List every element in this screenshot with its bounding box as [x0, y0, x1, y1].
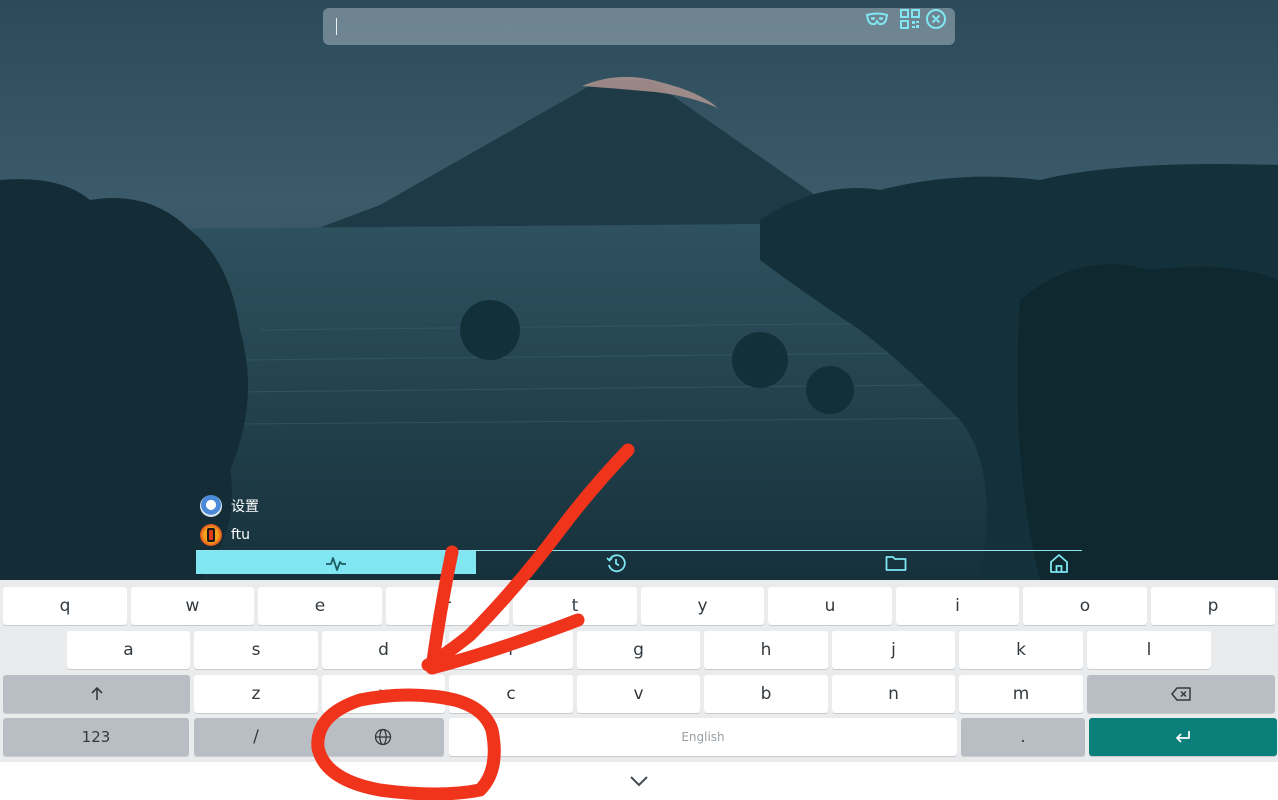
enter-icon — [1176, 731, 1190, 743]
app-item-ftu[interactable]: ftu — [200, 523, 250, 547]
key-j[interactable]: j — [832, 631, 955, 669]
clear-search-icon[interactable] — [924, 7, 948, 31]
enter-key[interactable] — [1089, 718, 1277, 756]
shift-icon — [90, 686, 103, 700]
history-icon — [606, 553, 626, 572]
key-q[interactable]: q — [3, 587, 127, 625]
tab-activity[interactable] — [316, 551, 356, 574]
settings-app-icon — [200, 495, 222, 517]
key-c[interactable]: c — [449, 675, 573, 713]
qr-code-icon[interactable] — [898, 7, 922, 31]
incognito-mask-icon[interactable] — [865, 7, 889, 31]
key-f[interactable]: f — [449, 631, 573, 669]
key-a[interactable]: a — [67, 631, 190, 669]
key-w[interactable]: w — [131, 587, 254, 625]
app-item-settings[interactable]: 设置 — [200, 494, 259, 518]
key-x[interactable]: x — [322, 675, 445, 713]
key-t[interactable]: t — [513, 587, 637, 625]
key-o[interactable]: o — [1023, 587, 1147, 625]
text-cursor — [336, 18, 337, 35]
key-y[interactable]: y — [641, 587, 764, 625]
folder-icon — [885, 555, 907, 571]
key-z[interactable]: z — [194, 675, 318, 713]
key-d[interactable]: d — [322, 631, 445, 669]
key-n[interactable]: n — [832, 675, 955, 713]
tab-history[interactable] — [596, 551, 636, 574]
key-u[interactable]: u — [768, 587, 892, 625]
slash-key[interactable]: / — [194, 718, 318, 756]
key-l[interactable]: l — [1087, 631, 1211, 669]
chevron-down-icon[interactable] — [626, 771, 652, 791]
key-g[interactable]: g — [577, 631, 700, 669]
key-k[interactable]: k — [959, 631, 1083, 669]
key-h[interactable]: h — [704, 631, 828, 669]
key-i[interactable]: i — [896, 587, 1019, 625]
app-label-settings: 设置 — [231, 499, 259, 515]
space-key[interactable]: English — [449, 718, 957, 756]
key-b[interactable]: b — [704, 675, 828, 713]
app-label-ftu: ftu — [231, 527, 251, 543]
language-key[interactable] — [322, 718, 444, 756]
period-key[interactable]: . — [961, 718, 1085, 756]
activity-icon — [326, 556, 346, 571]
numbers-key[interactable]: 123 — [3, 718, 189, 756]
key-m[interactable]: m — [959, 675, 1083, 713]
key-v[interactable]: v — [577, 675, 700, 713]
globe-icon — [374, 728, 392, 746]
search-input[interactable] — [343, 14, 863, 39]
backspace-key[interactable] — [1087, 675, 1275, 713]
backspace-icon — [1171, 687, 1191, 701]
tab-files[interactable] — [876, 551, 916, 574]
key-r[interactable]: r — [386, 587, 509, 625]
wallpaper-background — [0, 0, 1278, 580]
tab-home[interactable] — [1039, 551, 1079, 574]
tab-bar — [196, 550, 1082, 574]
key-e[interactable]: e — [258, 587, 382, 625]
key-p[interactable]: p — [1151, 587, 1275, 625]
ftu-app-icon — [200, 524, 222, 546]
home-icon — [1050, 553, 1068, 573]
shift-key[interactable] — [3, 675, 190, 713]
search-bar[interactable] — [323, 8, 955, 45]
key-s[interactable]: s — [194, 631, 318, 669]
